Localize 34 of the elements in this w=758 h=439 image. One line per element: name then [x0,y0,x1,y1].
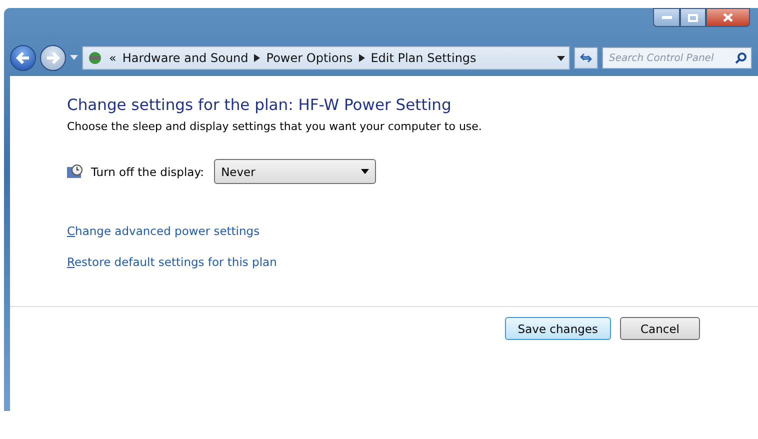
maximize-icon [688,14,698,22]
forward-arrow-icon [46,52,60,64]
dropdown-arrow-icon[interactable] [557,56,565,60]
separator-arrow-icon[interactable] [254,54,260,62]
breadcrumb[interactable]: Edit Plan Settings [370,51,476,65]
setting-label: Turn off the display: [91,164,204,178]
save-button[interactable]: Save changes [504,317,611,340]
back-button[interactable] [10,45,36,71]
settings-link[interactable]: Restore default settings for this plan [67,255,277,269]
search-input[interactable]: Search Control Panel [607,52,735,64]
minimize-icon [662,16,672,20]
separator-arrow-icon[interactable] [358,54,365,62]
breadcrumb[interactable]: Hardware and Sound [122,51,248,65]
back-arrow-icon [16,52,30,64]
minimize-button[interactable] [653,8,680,27]
cancel-button[interactable]: Cancel [620,317,700,340]
maximize-button[interactable] [680,8,706,27]
close-button[interactable] [706,8,750,27]
refresh-button[interactable] [574,47,598,69]
refresh-arrows-icon [580,53,592,63]
clock-monitor-icon [67,164,83,180]
forward-button[interactable] [40,45,66,71]
description-text: Choose the sleep and display settings that you want your computer to use. [67,120,483,133]
display-timeout-dropdown[interactable]: Never [214,159,376,184]
page-heading: Change settings for the plan: HF-W Power Setting [67,96,452,114]
search-field[interactable]: Search Control Panel [602,47,752,69]
search-icon[interactable] [735,52,747,64]
breadcrumb[interactable]: Power Options [266,51,353,65]
settings-link[interactable]: Change advanced power settings [67,224,260,238]
history-dropdown-icon[interactable] [70,55,78,61]
dropdown-arrow-icon [361,169,370,174]
overflow-chevron[interactable]: « [109,51,116,65]
address-bar[interactable]: « Hardware and Sound Power Options Edit Plan Settings [82,46,570,70]
close-icon [723,13,733,22]
